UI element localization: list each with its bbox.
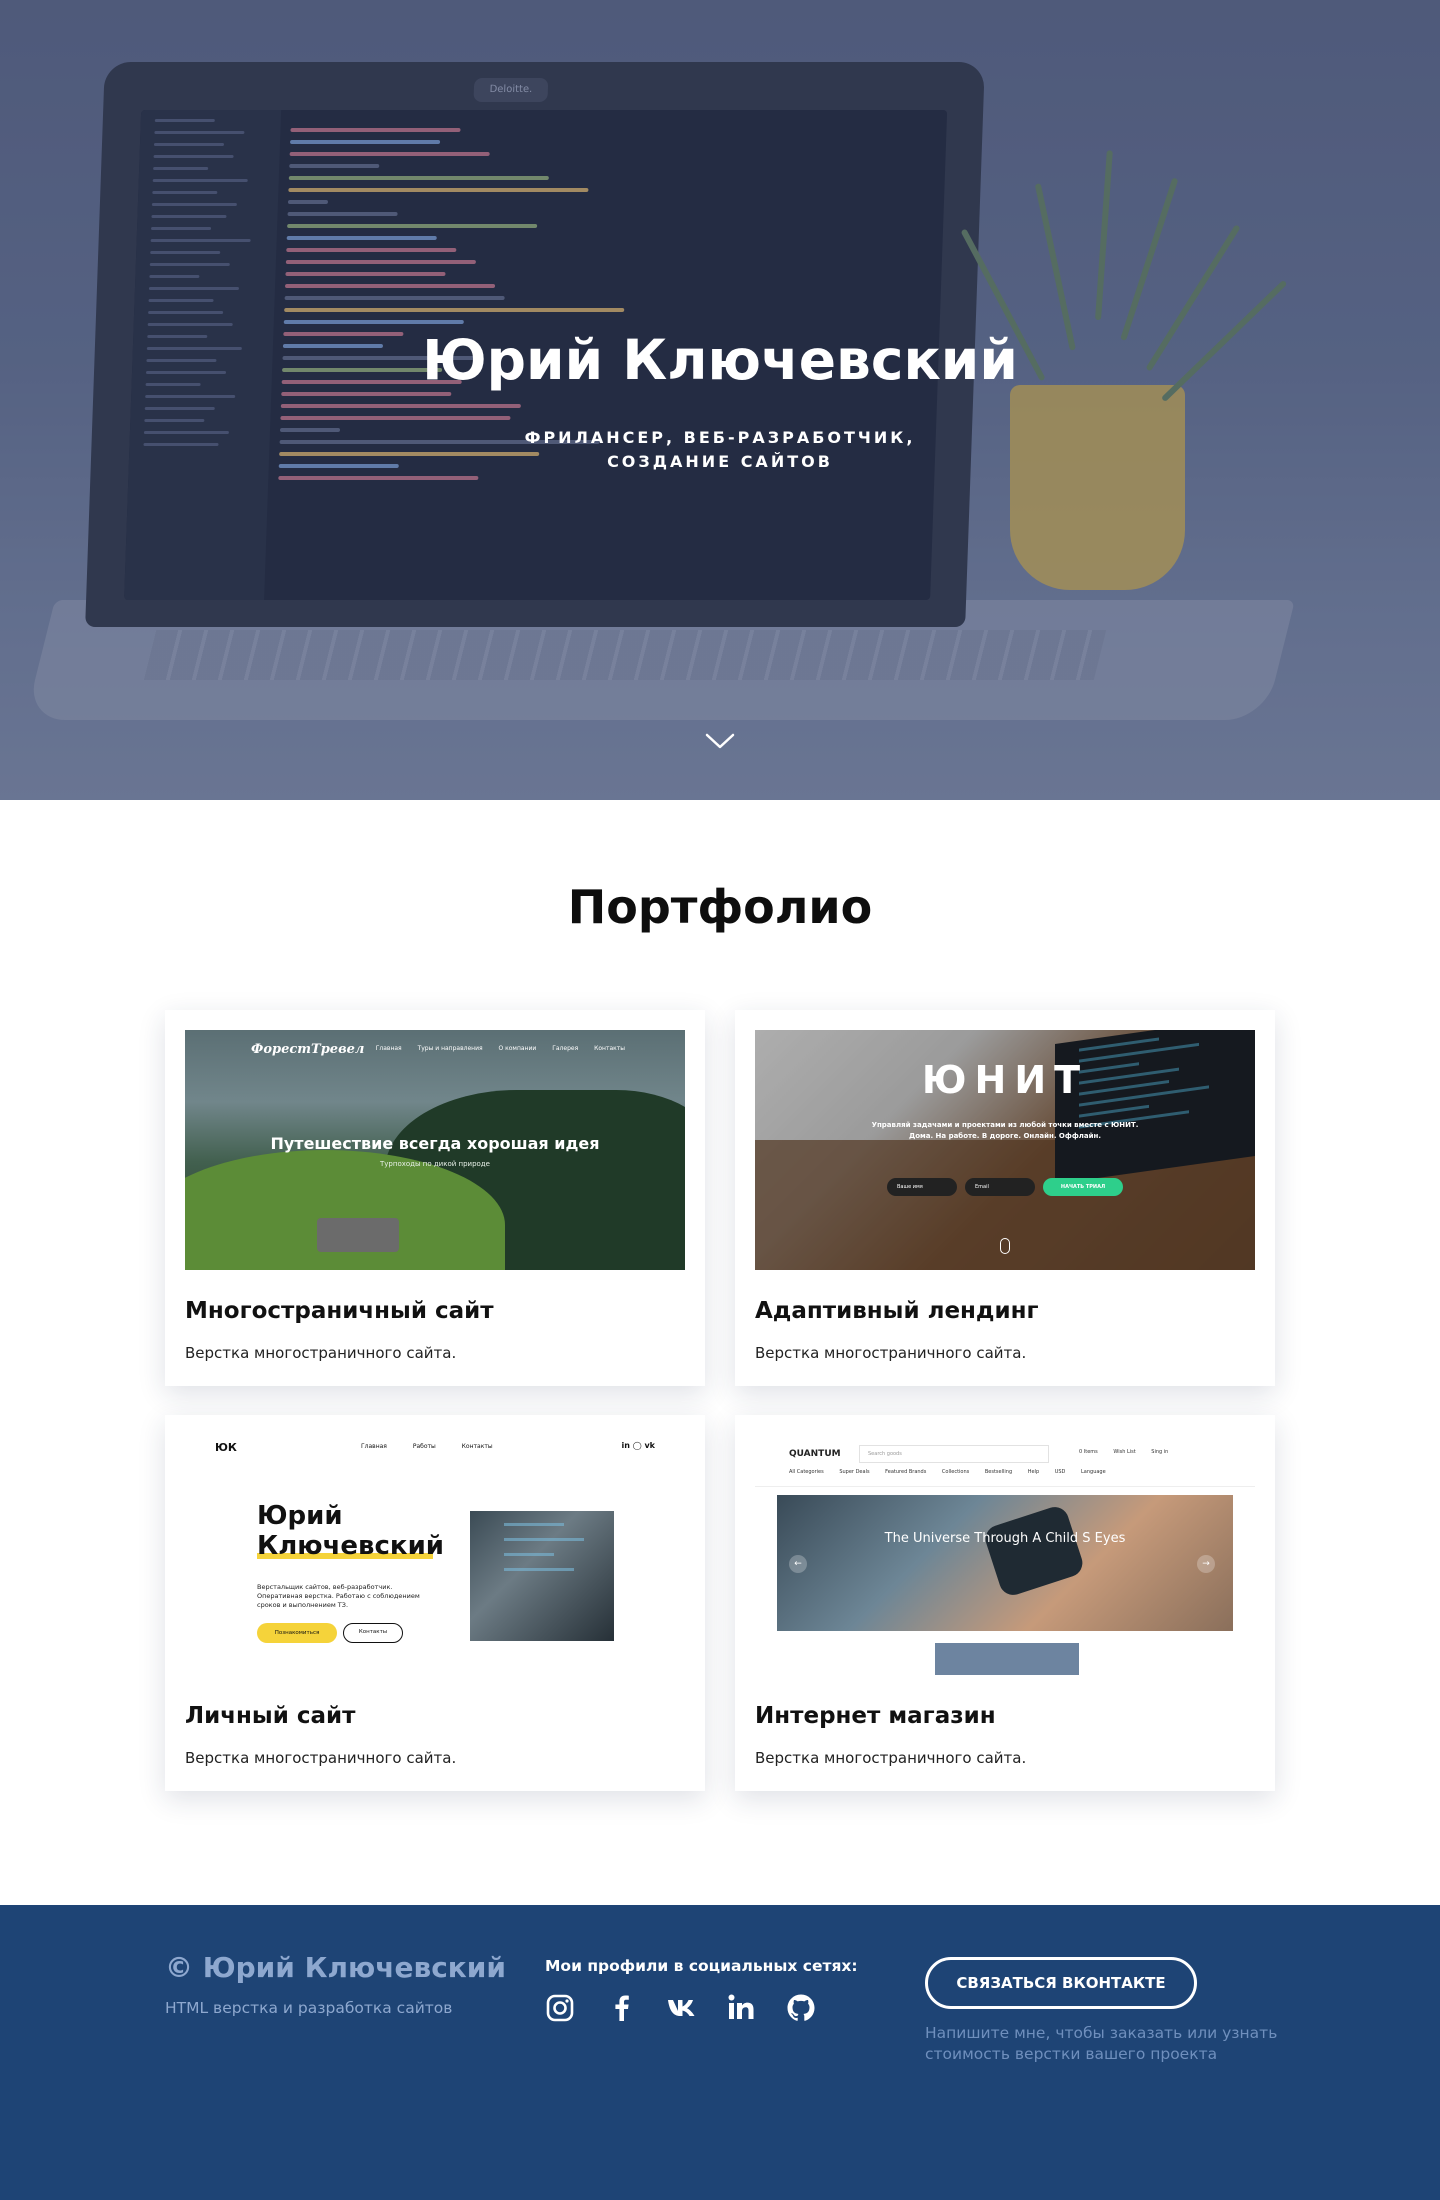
thumb-logo: ЮК: [213, 1441, 237, 1454]
github-icon[interactable]: [786, 1991, 816, 2025]
thumb-logo: QUANTUM: [789, 1449, 841, 1459]
thumb-subheading: Управляй задачами и проектами из любой т…: [871, 1121, 1139, 1140]
thumb-subheading: Турпоходы по дикой природе: [380, 1160, 490, 1168]
portfolio-thumb-shop[interactable]: QUANTUM Search goods 0 Items Wish List S…: [755, 1435, 1255, 1675]
footer-social-label: Мои профили в социальных сетях:: [545, 1957, 858, 1975]
vk-icon[interactable]: [667, 1991, 697, 2025]
portfolio-title: Портфолио: [567, 880, 873, 934]
linkedin-icon[interactable]: [726, 1991, 756, 2025]
card-description: Верстка многостраничного сайта.: [755, 1749, 1027, 1767]
arrow-right-icon: →: [1197, 1555, 1215, 1573]
thumb-social-icons: in ◯ vk: [621, 1441, 656, 1450]
card-description: Верстка многостраничного сайта.: [185, 1749, 457, 1767]
hero-subtitle-line2: СОЗДАНИЕ САЙТОВ: [607, 452, 833, 471]
thumb-cta-button: НАЧАТЬ ТРИАЛ: [1043, 1178, 1123, 1196]
thumb-primary-button: Познакомиться: [257, 1623, 337, 1643]
thumb-email-input: Email: [965, 1178, 1035, 1196]
thumb-search: Search goods: [859, 1445, 1049, 1463]
thumb-menu: All Categories Super Deals Featured Bran…: [789, 1469, 1106, 1475]
thumb-secondary-button: Контакты: [343, 1623, 403, 1643]
hero-section: Deloitte. Юрий Ключевский ФРИЛАНСЕР, ВЕБ…: [0, 0, 1440, 800]
facebook-icon[interactable]: [607, 1991, 637, 2025]
thumb-nav: Главная Туры и направления О компании Га…: [375, 1045, 625, 1052]
card-description: Верстка многостраничного сайта.: [755, 1344, 1027, 1362]
site-footer: © Юрий Ключевский HTML верстка и разрабо…: [0, 1905, 1440, 2200]
footer-note: Напишите мне, чтобы заказать или узнать …: [925, 2024, 1278, 2063]
portfolio-card-multipage[interactable]: ФорестТревел Главная Туры и направления …: [165, 1010, 705, 1386]
contact-vk-button[interactable]: СВЯЗАТЬСЯ ВКОНТАКТЕ: [925, 1957, 1197, 2009]
hero-subtitle-line1: ФРИЛАНСЕР, ВЕБ-РАЗРАБОТЧИК,: [524, 428, 916, 447]
thumb-nav: Главная Работы Контакты: [361, 1443, 493, 1450]
portfolio-thumb-personal[interactable]: ЮК Главная Работы Контакты in ◯ vk Юрий …: [185, 1435, 685, 1675]
thumb-slide-title: The Universe Through A Child S Eyes: [884, 1531, 1126, 1546]
thumb-actions: 0 Items Wish List Sing in: [1079, 1449, 1169, 1455]
chevron-down-icon[interactable]: [704, 730, 736, 752]
portfolio-card-landing[interactable]: ЮНИТ Управляй задачами и проектами из лю…: [735, 1010, 1275, 1386]
hero-overlay: [0, 0, 1440, 800]
thumb-brand: ЮНИТ: [921, 1058, 1089, 1102]
thumb-name: Юрий Ключевский: [257, 1501, 445, 1561]
thumb-name-input: Ваше имя: [887, 1178, 957, 1196]
card-title[interactable]: Многостраничный сайт: [185, 1298, 494, 1324]
card-title[interactable]: Адаптивный лендинг: [755, 1298, 1039, 1324]
thumb-description: Верстальщик сайтов, веб-разработчик. Опе…: [257, 1583, 420, 1609]
footer-name: © Юрий Ключевский: [165, 1951, 507, 1984]
hero-title: Юрий Ключевский: [422, 328, 1018, 392]
portfolio-thumb-landing[interactable]: ЮНИТ Управляй задачами и проектами из лю…: [755, 1030, 1255, 1270]
thumb-heading: Путешествие всегда хорошая идея: [270, 1134, 600, 1153]
card-description: Верстка многостраничного сайта.: [185, 1344, 457, 1362]
instagram-icon[interactable]: [545, 1991, 575, 2025]
portfolio-card-personal[interactable]: ЮК Главная Работы Контакты in ◯ vk Юрий …: [165, 1415, 705, 1791]
portfolio-thumb-multipage[interactable]: ФорестТревел Главная Туры и направления …: [185, 1030, 685, 1270]
mouse-scroll-icon: [1000, 1238, 1010, 1254]
thumb-photo: [470, 1511, 614, 1641]
card-title[interactable]: Личный сайт: [185, 1703, 355, 1729]
footer-tagline: HTML верстка и разработка сайтов: [165, 1999, 453, 2017]
arrow-left-icon: ←: [789, 1555, 807, 1573]
thumb-logo: ФорестТревел: [251, 1042, 365, 1057]
hero-subtitle: ФРИЛАНСЕР, ВЕБ-РАЗРАБОТЧИК, СОЗДАНИЕ САЙ…: [520, 426, 920, 474]
card-title[interactable]: Интернет магазин: [755, 1703, 996, 1729]
portfolio-card-shop[interactable]: QUANTUM Search goods 0 Items Wish List S…: [735, 1415, 1275, 1791]
